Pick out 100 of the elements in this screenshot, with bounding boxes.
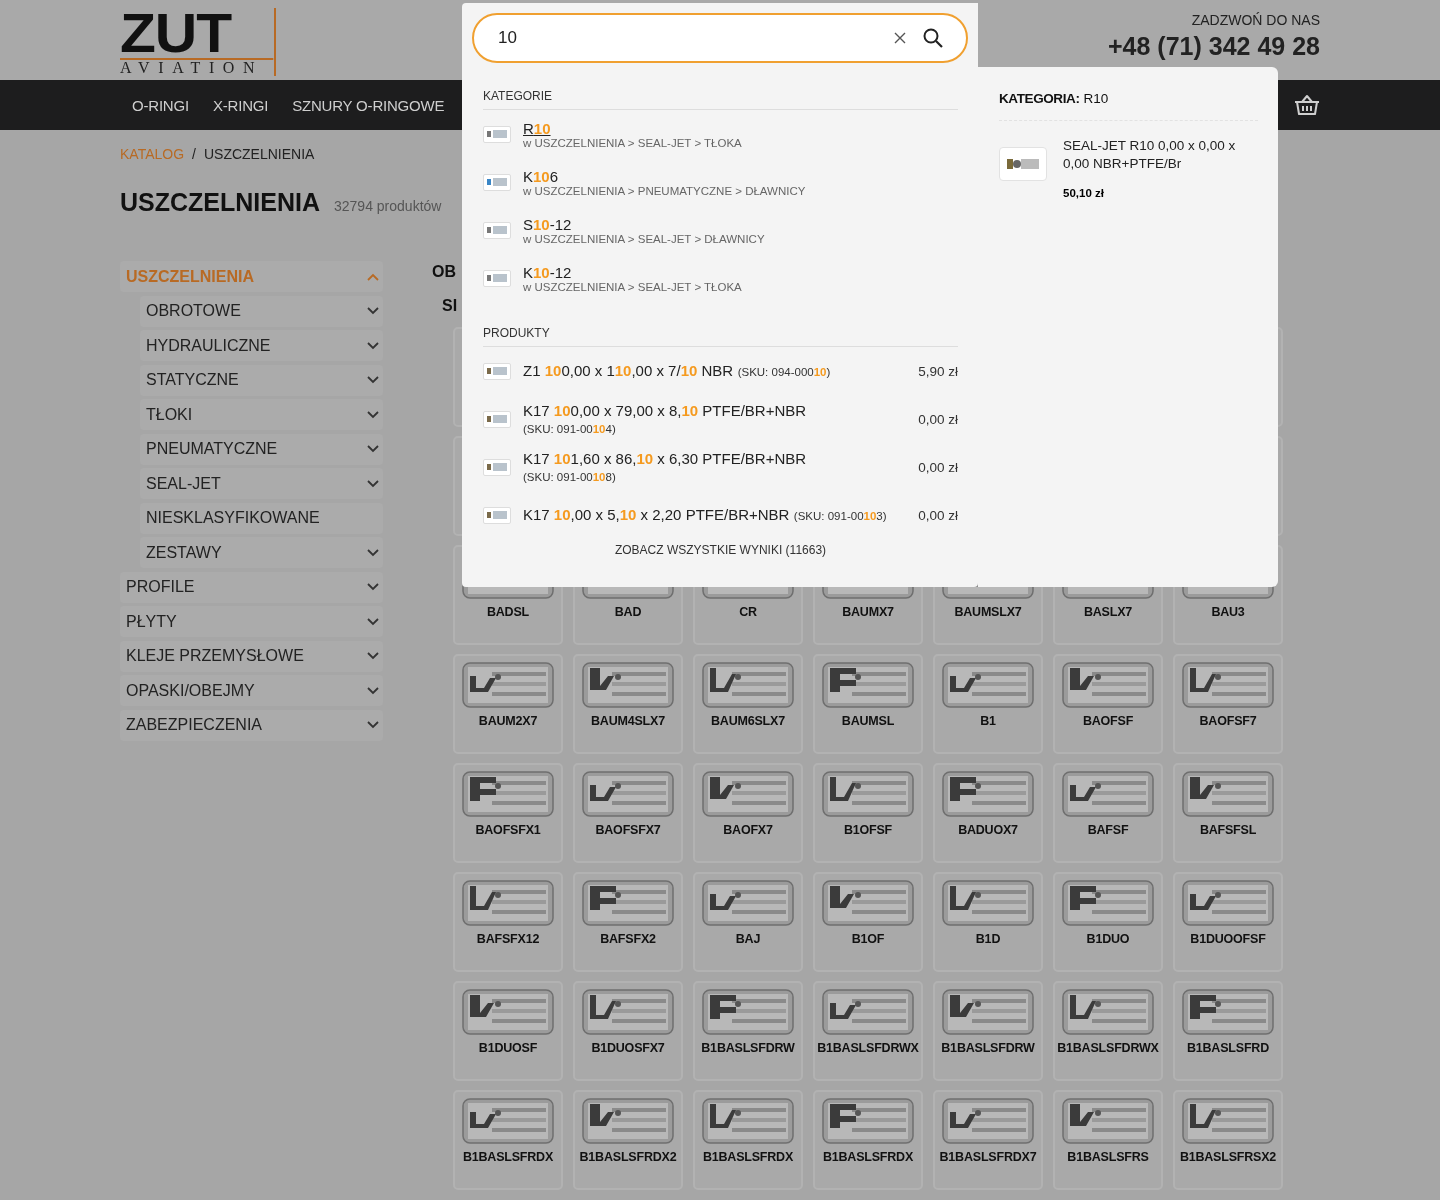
product-card[interactable]: B1BASLSFRSX2 <box>1173 1090 1283 1190</box>
product-card[interactable]: BAUM6SLX7 <box>693 654 803 754</box>
chevron-icon[interactable] <box>367 686 379 695</box>
product-card[interactable]: B1DUOSF <box>453 981 563 1081</box>
product-label: B1BASLSFRD <box>1186 1041 1269 1055</box>
product-name[interactable]: K17 100,00 x 79,00 x 8,10 PTFE/BR+NBR <box>523 401 907 419</box>
product-label: B1 <box>980 714 996 728</box>
category-item[interactable]: PŁYTY <box>120 606 383 637</box>
product-name[interactable]: K17 101,60 x 86,10 x 6,30 PTFE/BR+NBR <box>523 449 907 467</box>
product-card[interactable]: B1BASLSFDRWX <box>813 981 923 1081</box>
chevron-icon[interactable] <box>367 410 379 419</box>
category-item[interactable]: PROFILE <box>120 571 383 603</box>
product-card[interactable]: BAOFSFX1 <box>453 763 563 863</box>
product-card[interactable]: B1DUO <box>1053 872 1163 972</box>
product-card[interactable]: BAJ <box>693 872 803 972</box>
product-price: 0,00 zł <box>918 411 958 427</box>
logo[interactable]: ZUT AVIATION <box>120 8 276 76</box>
category-item[interactable]: HYDRAULICZNE <box>140 330 383 361</box>
product-label: B1OF <box>851 932 885 946</box>
product-card[interactable]: B1DUOOFSF <box>1173 872 1283 972</box>
product-label: BAJ <box>735 932 761 946</box>
chevron-icon[interactable] <box>367 548 379 557</box>
preview-product-name[interactable]: SEAL-JET R10 0,00 x 0,00 x 0,00 NBR+PTFE/Br <box>1063 137 1258 173</box>
category-item[interactable]: ZESTAWY <box>140 537 383 568</box>
product-card[interactable]: BADUOX7 <box>933 763 1043 863</box>
product-name[interactable]: K17 10,00 x 5,10 x 2,20 PTFE/BR+NBR <box>523 506 790 523</box>
category-item[interactable]: PNEUMATYCZNE <box>140 433 383 465</box>
section-heading: OB <box>432 263 456 281</box>
category-item[interactable]: KLEJE PRZEMYSŁOWE <box>120 640 383 672</box>
product-card[interactable]: B1 <box>933 654 1043 754</box>
product-label: B1BASLSFDRW <box>701 1041 795 1055</box>
category-item[interactable]: NIESKLASYFIKOWANE <box>140 502 383 534</box>
chevron-icon[interactable] <box>367 583 379 591</box>
product-card[interactable]: B1BASLSFRDX <box>453 1090 563 1190</box>
product-card[interactable]: BAUM4SLX7 <box>573 654 683 754</box>
close-icon[interactable] <box>894 32 906 44</box>
product-card[interactable]: B1BASLSFDRWX <box>1053 981 1163 1081</box>
product-label: B1BASLSFRDX7 <box>939 1150 1037 1164</box>
category-item[interactable]: OPASKI/OBEJMY <box>120 675 383 706</box>
product-card[interactable]: BAOFX7 <box>693 763 803 863</box>
product-label: BADSL <box>486 605 530 619</box>
product-card[interactable]: B1BASLSFRDX7 <box>933 1090 1043 1190</box>
product-card[interactable]: B1OFSF <box>813 763 923 863</box>
product-card[interactable]: BAOFSF7 <box>1173 654 1283 754</box>
product-card[interactable]: B1BASLSFDRW <box>933 981 1043 1081</box>
chevron-icon[interactable] <box>367 479 379 488</box>
category-link[interactable]: S10-12 <box>523 215 765 233</box>
category-item[interactable]: TŁOKI <box>140 399 383 430</box>
search-icon[interactable] <box>923 28 943 48</box>
product-card[interactable]: B1BASLSFRDX <box>693 1090 803 1190</box>
product-card[interactable]: B1BASLSFRS <box>1053 1090 1163 1190</box>
product-card[interactable]: B1BASLSFDRW <box>693 981 803 1081</box>
product-label: B1BASLSFRDX <box>822 1150 914 1164</box>
product-card[interactable]: B1D <box>933 872 1043 972</box>
chevron-icon[interactable] <box>367 721 379 729</box>
category-item[interactable]: OBROTOWE <box>140 295 383 327</box>
product-label: B1OFSF <box>843 823 893 837</box>
basket-icon[interactable] <box>1294 94 1320 116</box>
product-card[interactable]: B1BASLSFRDX2 <box>573 1090 683 1190</box>
product-card[interactable]: B1DUOSFX7 <box>573 981 683 1081</box>
nav-link[interactable]: X-RINGI <box>200 96 281 114</box>
category-link[interactable]: K106 <box>523 167 806 185</box>
product-card[interactable]: B1BASLSFRDX <box>813 1090 923 1190</box>
product-price: 0,00 zł <box>918 459 958 475</box>
category-item[interactable]: STATYCZNE <box>140 364 383 396</box>
product-card[interactable]: BAFSFSL <box>1173 763 1283 863</box>
category-path: w USZCZELNIENIA > SEAL-JET > TŁOKA <box>523 280 742 293</box>
category-item[interactable]: SEAL-JET <box>140 468 383 499</box>
preview-category: R10 <box>1083 91 1109 106</box>
product-label: BAOFSF7 <box>1199 714 1257 728</box>
product-name[interactable]: Z1 100,00 x 110,00 x 7/10 NBR <box>523 362 734 379</box>
product-card[interactable]: BAFSFX2 <box>573 872 683 972</box>
thumbnail-icon <box>487 415 507 423</box>
category-link[interactable]: K10-12 <box>523 263 742 281</box>
category-link[interactable]: R10 <box>523 119 742 137</box>
thumbnail-icon <box>487 226 507 234</box>
chevron-icon[interactable] <box>367 617 379 626</box>
search-field[interactable]: 10 <box>472 13 968 63</box>
product-card[interactable]: BAFSFX12 <box>453 872 563 972</box>
category-item[interactable]: ZABEZPIECZENIA <box>120 709 383 741</box>
product-count: 32794 produktów <box>334 198 442 214</box>
product-card[interactable]: BAUM2X7 <box>453 654 563 754</box>
chevron-icon[interactable] <box>367 307 379 315</box>
nav-link[interactable]: SZNURY O-RINGOWE <box>280 96 457 114</box>
nav-link[interactable]: O-RINGI <box>120 96 201 114</box>
product-card[interactable]: BAFSF <box>1053 763 1163 863</box>
product-card[interactable]: B1OF <box>813 872 923 972</box>
product-label: B1DUOSF <box>478 1041 538 1055</box>
phone-number[interactable]: +48 (71) 342 49 28 <box>1108 32 1320 61</box>
chevron-icon[interactable] <box>367 341 379 350</box>
product-card[interactable]: BAOFSFX7 <box>573 763 683 863</box>
product-label: B1DUOSFX7 <box>591 1041 665 1055</box>
product-sku: (SKU: 094-00010) <box>737 366 831 378</box>
chevron-icon[interactable] <box>367 652 379 660</box>
chevron-icon[interactable] <box>367 376 379 384</box>
product-card[interactable]: B1BASLSFRD <box>1173 981 1283 1081</box>
product-card[interactable]: BAUMSL <box>813 654 923 754</box>
product-label: BAUMX7 <box>842 605 894 619</box>
product-card[interactable]: BAOFSF <box>1053 654 1163 754</box>
chevron-icon[interactable] <box>367 445 379 453</box>
